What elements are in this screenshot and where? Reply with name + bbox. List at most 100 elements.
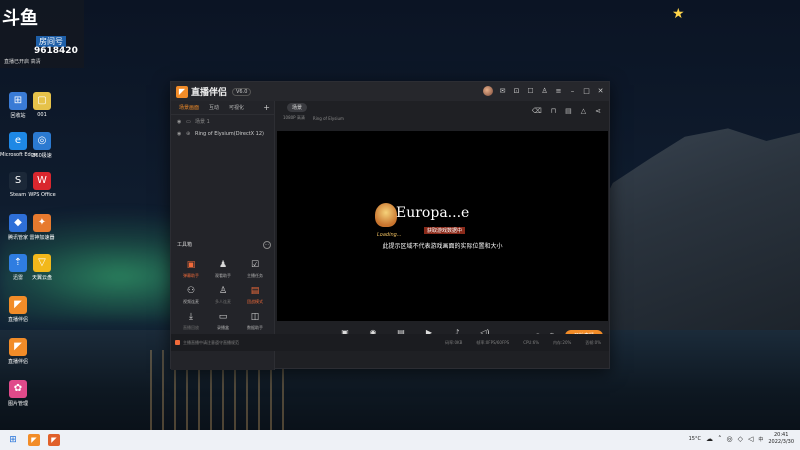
tool-item[interactable]: ▤ 团战模式	[239, 285, 271, 305]
tool-item[interactable]: ▣ 弹幕助手	[175, 259, 207, 279]
message-icon[interactable]: ✉	[498, 87, 507, 96]
avatar[interactable]	[483, 86, 493, 96]
tool-item[interactable]: ⤓ 直播回放	[175, 311, 207, 331]
eye-icon[interactable]: ◉	[177, 119, 183, 125]
desktop-icon-colorful[interactable]: ✿ 图片管理	[0, 380, 36, 407]
desktop-icon-360[interactable]: ◎ 360极速	[24, 132, 60, 159]
more-icon[interactable]: ⋯	[263, 241, 271, 249]
shirt-icon[interactable]: ♙	[540, 87, 549, 96]
tool-item[interactable]: ♙ 多人连麦	[207, 285, 239, 305]
source-row[interactable]: ◉ ⊕ Ring of Elysium(DirectX 12)	[171, 128, 274, 140]
tool-label: 主播任务	[247, 273, 263, 278]
preview-canvas[interactable]: Europa...e 获取游戏数据中 Loading... 此提示区域不代表游戏…	[277, 131, 608, 321]
time: 20:41	[773, 432, 789, 438]
trash-icon[interactable]: ⌫	[532, 107, 542, 115]
tool-label: 录播盒	[217, 325, 229, 330]
gift-icon[interactable]: ⊡	[512, 87, 521, 96]
tool-icon: ⤓	[189, 312, 193, 322]
tool-item[interactable]: ▭ 录播盒	[207, 311, 239, 331]
chevron-up-icon[interactable]: ˄	[718, 435, 722, 443]
clock[interactable]: 20:41 2022/3/30	[768, 432, 794, 446]
desktop-icon-nova[interactable]: ▽ 天翼云盘	[24, 254, 60, 281]
speaker-icon[interactable]: ◁	[748, 435, 753, 443]
network-icon[interactable]: ◇	[738, 435, 743, 443]
tool-label: 多人连麦	[215, 299, 231, 304]
desktop-icon-label: 图片管理	[7, 401, 28, 407]
scene-chip[interactable]: 场景	[287, 102, 308, 112]
tool-item[interactable]: ♟ 观看助手	[207, 259, 239, 279]
tool-label: 弹幕助手	[183, 273, 199, 278]
share-icon[interactable]: ⋖	[595, 107, 601, 115]
resolution-label: 1080P 高清	[283, 115, 305, 120]
toolbox-title: 工具箱	[177, 242, 193, 248]
app-logo-icon: ◤	[176, 85, 188, 98]
app-title: 直播伴侣	[191, 88, 228, 98]
overlay-note: 直播已开启 高清	[4, 59, 41, 65]
desktop-icon-wps[interactable]: W WPS Office	[24, 172, 60, 198]
tool-label: 视频连麦	[183, 299, 199, 304]
chat-icon[interactable]: ☐	[526, 87, 535, 96]
close-icon[interactable]: ✕	[596, 87, 605, 96]
stream-overlay: 斗鱼 房间号 9618420 直播已开启 高清	[0, 0, 84, 68]
desktop-icon-game[interactable]: ✦ 雷神加速器	[24, 214, 60, 241]
status-metric: 码率:0KB	[445, 339, 463, 345]
desktop-icon-label: 直播伴侣	[7, 317, 28, 323]
minimize-icon[interactable]: –	[568, 87, 577, 96]
status-metric: 内存:20%	[553, 339, 572, 345]
taskbar-app-live[interactable]: ◤	[28, 434, 40, 446]
tool-item[interactable]: ◫ 数据助手	[239, 311, 271, 331]
tool-icon: ◫	[250, 312, 260, 322]
copy-icon[interactable]: ▤	[565, 107, 572, 115]
tool-label: 团战模式	[247, 299, 263, 304]
add-icon[interactable]: +	[263, 103, 270, 112]
lock-icon[interactable]: ⊓	[551, 107, 556, 115]
live-companion-window: ◤ 直播伴侣 V6.0 ✉ ⊡ ☐ ♙ ≡ – □ ✕ 场景画面 互动 可视化 …	[170, 81, 610, 370]
desktop-icon-label: 直播伴侣	[7, 359, 28, 365]
360-icon: ◎	[33, 132, 51, 150]
tab-interact[interactable]: 互动	[209, 104, 219, 111]
tool-icon: ☑	[250, 260, 260, 270]
bell-icon[interactable]: △	[581, 107, 586, 115]
star-icon: ★	[672, 6, 685, 22]
taskbar-app-live2[interactable]: ◤	[48, 434, 60, 446]
douyu-logo: 斗鱼	[2, 8, 38, 29]
scene-icon: ▭	[186, 118, 191, 125]
tool-item[interactable]: ☑ 主播任务	[239, 259, 271, 279]
status-notice: 主播直播中请注意遵守直播规范	[183, 339, 239, 345]
tool-icon: ⚇	[186, 286, 196, 296]
ime-indicator[interactable]: 中	[758, 436, 763, 443]
tab-visual[interactable]: 可视化	[229, 104, 244, 111]
colorful-icon: ✿	[9, 380, 27, 398]
game-title: Europa...e	[396, 205, 470, 221]
title-bar[interactable]: ◤ 直播伴侣 V6.0 ✉ ⊡ ☐ ♙ ≡ – □ ✕	[171, 82, 609, 101]
left-tabs: 场景画面 互动 可视化 +	[171, 101, 274, 115]
desktop-icon-live2[interactable]: ◤ 直播伴侣	[0, 338, 36, 365]
windows-icon[interactable]: ⊞	[6, 433, 20, 447]
tool-label: 数据助手	[247, 325, 263, 330]
desktop-icon-icon-b[interactable]: ▢ 001	[24, 92, 60, 118]
loading-badge: 获取游戏数据中	[424, 227, 466, 234]
scene-row[interactable]: ◉ ▭ 场景 1	[171, 115, 274, 128]
menu-icon[interactable]: ≡	[554, 87, 563, 96]
taskbar: ⊞ ◤ ◤ 15°C ☁ ˄ ◎ ◇ ◁ 中 20:41 2022/3/30	[0, 430, 800, 450]
steam-tray-icon[interactable]: ◎	[726, 435, 732, 443]
loading-text: Loading...	[377, 232, 402, 238]
live1-icon: ◤	[9, 296, 27, 314]
tool-label: 直播回放	[183, 325, 199, 330]
gamepad-icon: ⊕	[186, 131, 191, 137]
tool-item[interactable]: ⚇ 视频连麦	[175, 285, 207, 305]
status-metric: CPU:6%	[523, 339, 540, 345]
tool-icon: ▭	[218, 312, 228, 322]
version-badge[interactable]: V6.0	[232, 87, 252, 96]
weather[interactable]: 15°C	[689, 436, 701, 442]
cloud-icon: ☁	[705, 435, 713, 443]
toolbox-header: 工具箱 ⋯	[177, 241, 271, 249]
source-name: Ring of Elysium(DirectX 12)	[195, 131, 264, 137]
eye-icon[interactable]: ◉	[177, 131, 183, 137]
desktop-icon-live1[interactable]: ◤ 直播伴侣	[0, 296, 36, 323]
tab-scene[interactable]: 场景画面	[179, 104, 199, 111]
maximize-icon[interactable]: □	[582, 87, 591, 96]
tool-icon: ♟	[218, 260, 228, 270]
wps-icon: W	[33, 172, 51, 190]
system-tray: 15°C ☁ ˄ ◎ ◇ ◁ 中 20:41 2022/3/30	[689, 432, 794, 446]
